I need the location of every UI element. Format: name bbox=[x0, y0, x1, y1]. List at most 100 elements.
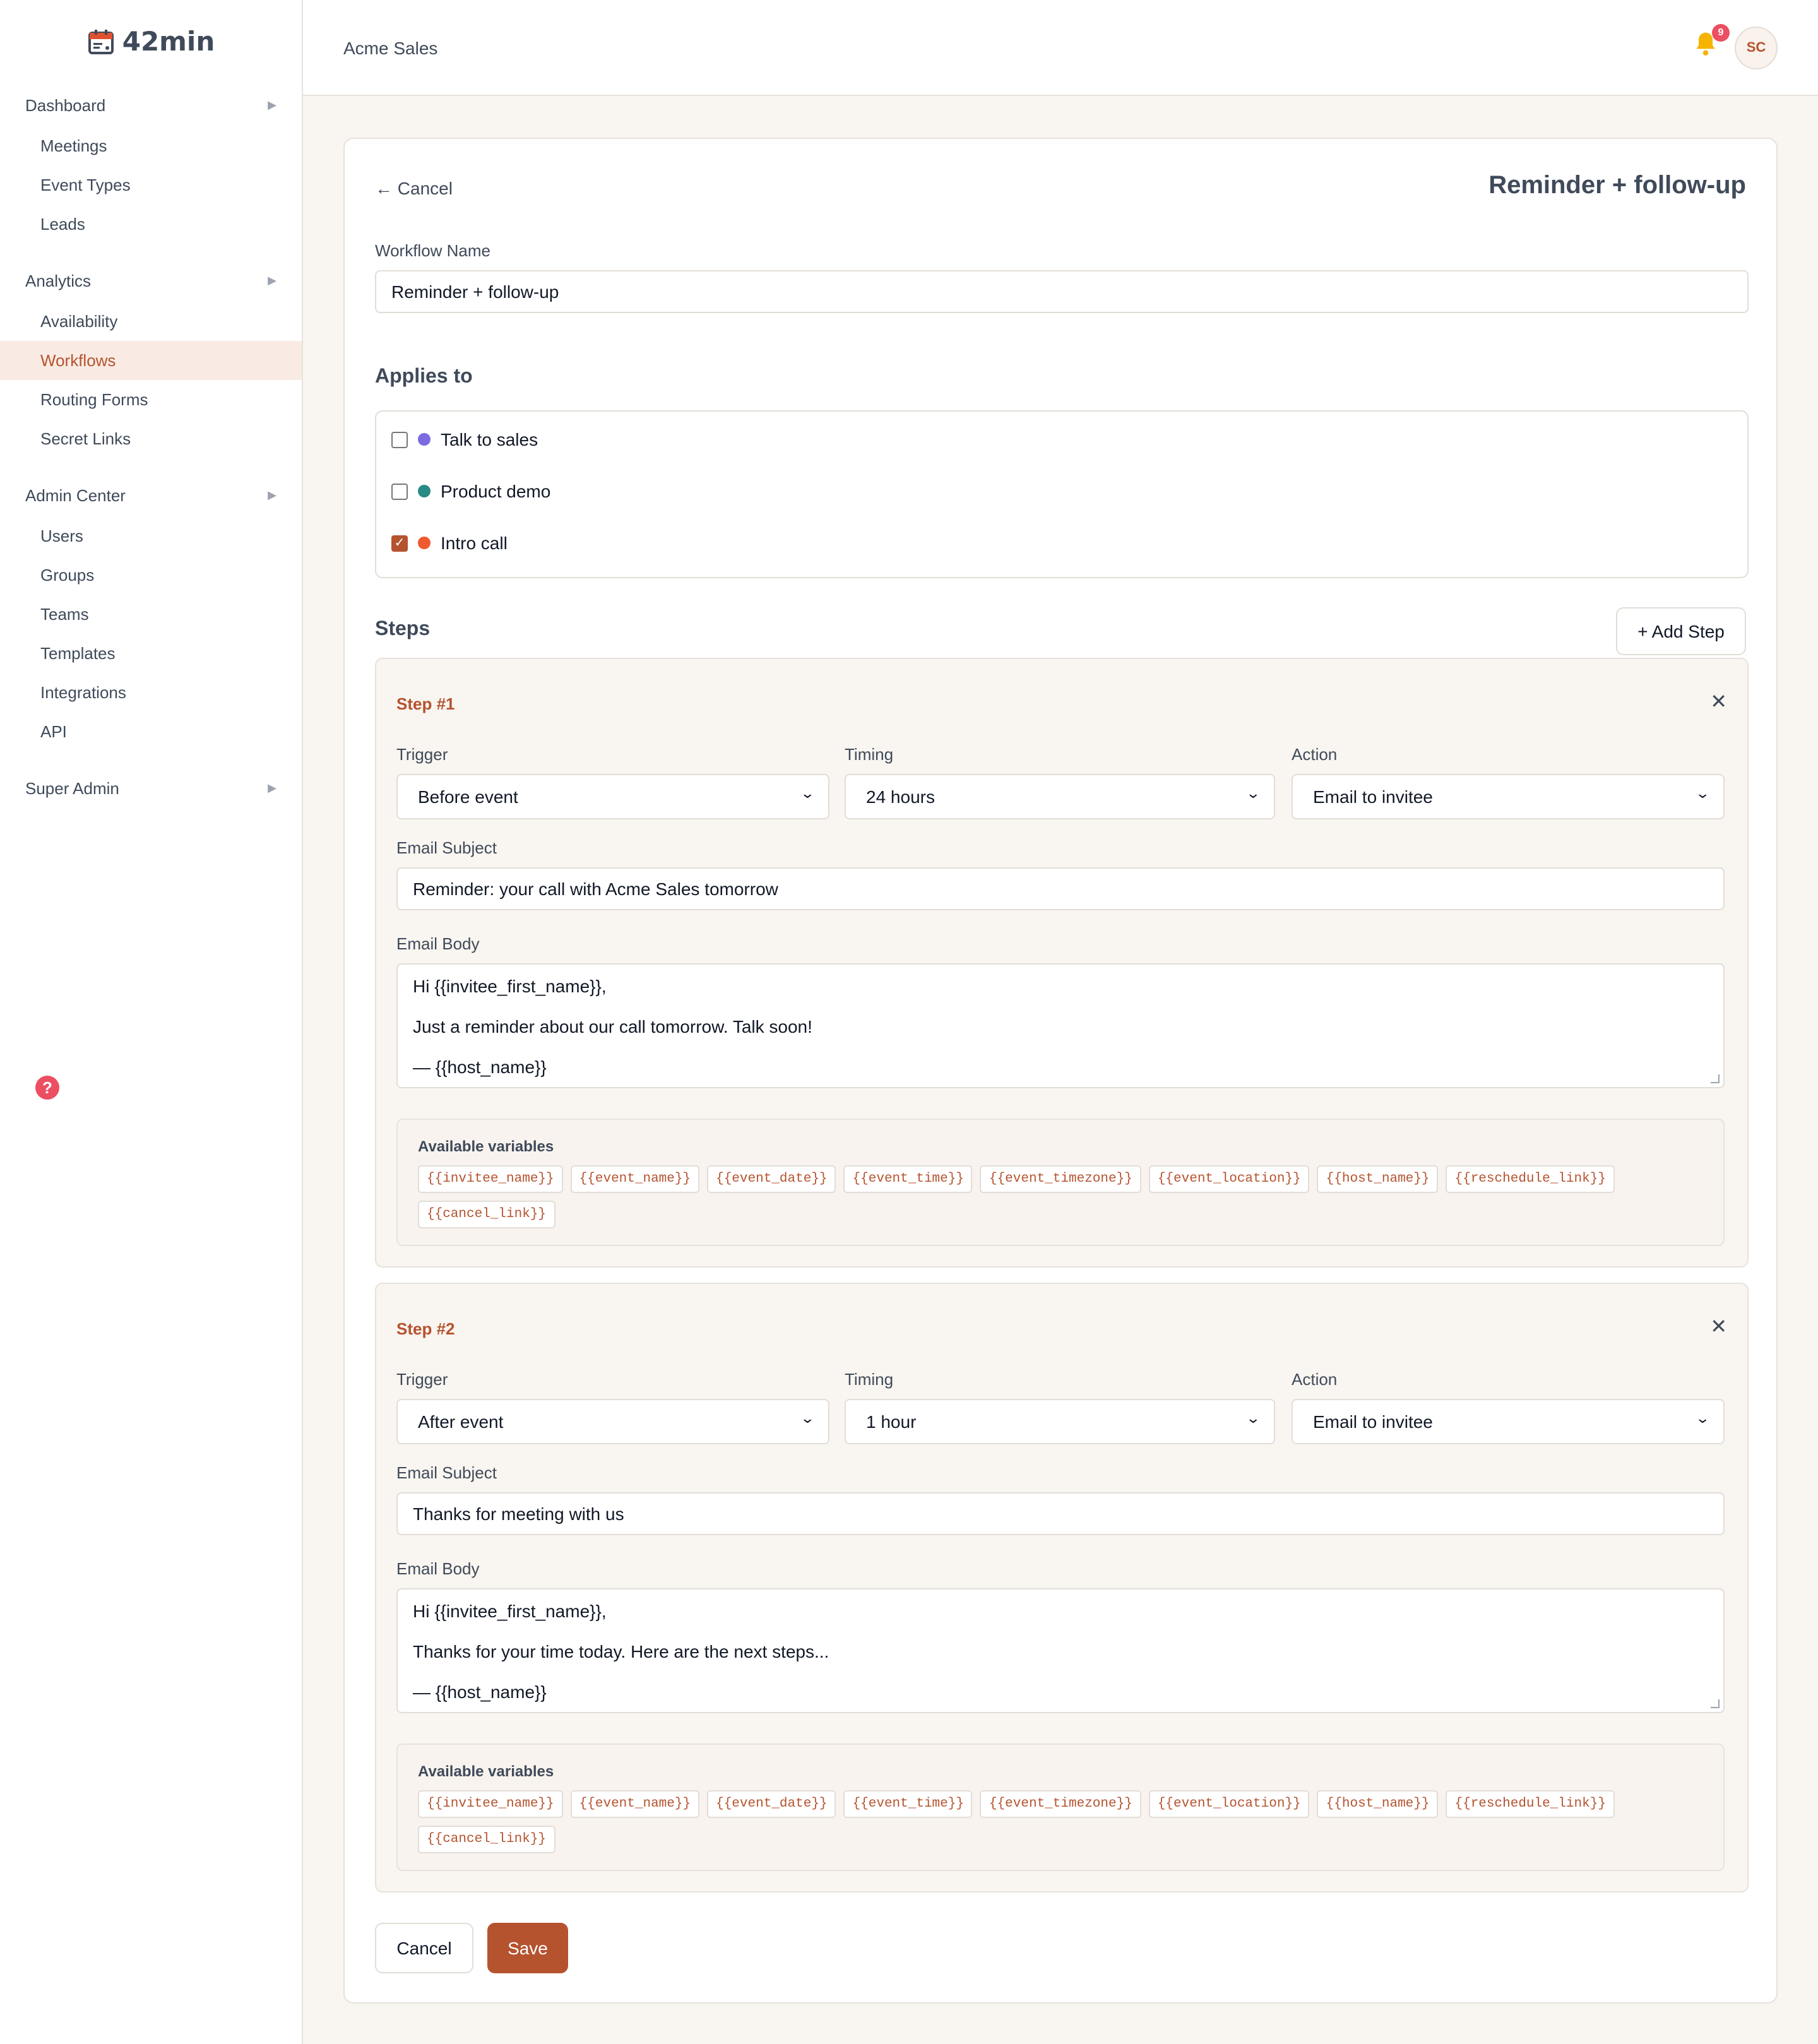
notification-badge: 9 bbox=[1712, 23, 1730, 41]
sidebar-item-availability[interactable]: Availability bbox=[0, 302, 302, 341]
sidebar-item-teams[interactable]: Teams bbox=[0, 595, 302, 634]
remove-step-close-icon[interactable]: ✕ bbox=[1710, 1314, 1727, 1340]
add-step-button[interactable]: + Add Step bbox=[1616, 607, 1746, 655]
trigger-label: Trigger bbox=[396, 1370, 448, 1389]
save-button[interactable]: Save bbox=[487, 1923, 568, 1973]
sidebar-item-leads[interactable]: Leads bbox=[0, 205, 302, 244]
email-subject-label: Email Subject bbox=[396, 838, 497, 857]
event-color-dot bbox=[418, 485, 431, 497]
sidebar-item-api[interactable]: API bbox=[0, 712, 302, 751]
expand-arrow-icon: ▶ bbox=[268, 488, 276, 501]
sidebar-item-workflows[interactable]: Workflows bbox=[0, 341, 302, 380]
app-name: 42min bbox=[122, 27, 215, 57]
email-body-textarea[interactable]: Hi {{invitee_first_name}}, Thanks for you… bbox=[396, 1588, 1725, 1713]
variable-chip[interactable]: {{cancel_link}} bbox=[418, 1201, 556, 1228]
action-select[interactable]: Email to invitee ⌄ bbox=[1292, 774, 1725, 819]
timing-select[interactable]: 1 hour ⌄ bbox=[845, 1399, 1275, 1444]
email-subject-input[interactable]: Thanks for meeting with us bbox=[396, 1492, 1725, 1535]
event-type-checkbox[interactable] bbox=[391, 483, 408, 499]
event-type-option[interactable]: Product demo bbox=[391, 481, 550, 501]
help-icon[interactable]: ? bbox=[35, 1076, 59, 1100]
sidebar-group-super-admin[interactable]: Super Admin ▶ bbox=[0, 766, 302, 809]
variable-chip[interactable]: {{event_timezone}} bbox=[980, 1165, 1141, 1193]
email-subject-input[interactable]: Reminder: your call with Acme Sales tomo… bbox=[396, 867, 1725, 910]
workflow-name-input[interactable]: Reminder + follow-up bbox=[375, 270, 1749, 313]
resize-handle-icon[interactable] bbox=[1711, 1074, 1720, 1083]
action-select[interactable]: Email to invitee ⌄ bbox=[1292, 1399, 1725, 1444]
expand-arrow-icon: ▶ bbox=[268, 273, 276, 286]
variable-chip[interactable]: {{host_name}} bbox=[1317, 1790, 1439, 1818]
step-title: Step #1 bbox=[396, 694, 455, 713]
email-body-line: Hi {{invitee_first_name}}, bbox=[413, 976, 607, 996]
sidebar-item-routing-forms[interactable]: Routing Forms bbox=[0, 380, 302, 419]
variable-chip[interactable]: {{event_time}} bbox=[843, 1165, 973, 1193]
variable-chip[interactable]: {{event_name}} bbox=[570, 1165, 700, 1193]
notifications-button[interactable]: 9 bbox=[1692, 23, 1730, 65]
avatar[interactable]: SC bbox=[1735, 26, 1778, 69]
page-title: Reminder + follow-up bbox=[1488, 172, 1746, 199]
expand-arrow-icon: ▶ bbox=[268, 98, 276, 110]
available-variables-panel: Available variables {{invitee_name}} {{eve… bbox=[396, 1119, 1725, 1246]
action-selected-value: Email to invitee bbox=[1313, 1411, 1433, 1432]
action-label: Action bbox=[1292, 745, 1338, 764]
sidebar-item-meetings[interactable]: Meetings bbox=[0, 126, 302, 165]
app-logo[interactable]: 42min bbox=[0, 0, 302, 83]
event-type-checkbox[interactable] bbox=[391, 431, 408, 448]
sidebar-group-admin-center[interactable]: Admin Center ▶ bbox=[0, 473, 302, 516]
email-body-textarea[interactable]: Hi {{invitee_first_name}}, Just a reminde… bbox=[396, 963, 1725, 1088]
variable-chip[interactable]: {{event_location}} bbox=[1148, 1165, 1310, 1193]
chevron-down-icon: ⌄ bbox=[1694, 786, 1710, 801]
variable-chip[interactable]: {{event_timezone}} bbox=[980, 1790, 1141, 1818]
variable-chip-list: {{invitee_name}} {{event_name}} {{event_da… bbox=[418, 1165, 1655, 1228]
variable-chip[interactable]: {{event_date}} bbox=[707, 1790, 836, 1818]
email-body-line: Hi {{invitee_first_name}}, bbox=[413, 1601, 607, 1621]
timing-selected-value: 24 hours bbox=[866, 787, 935, 807]
cancel-button[interactable]: Cancel bbox=[375, 1923, 473, 1973]
trigger-select[interactable]: After event ⌄ bbox=[396, 1399, 829, 1444]
variable-chip[interactable]: {{event_time}} bbox=[843, 1790, 973, 1818]
event-type-label: Product demo bbox=[441, 481, 551, 501]
email-body-label: Email Body bbox=[396, 1559, 480, 1578]
email-body-line: Just a reminder about our call tomorrow.… bbox=[413, 1016, 812, 1037]
variable-chip[interactable]: {{event_location}} bbox=[1148, 1790, 1310, 1818]
sidebar-item-integrations[interactable]: Integrations bbox=[0, 673, 302, 712]
timing-label: Timing bbox=[845, 745, 894, 764]
email-subject-label: Email Subject bbox=[396, 1463, 497, 1482]
sidebar-group-dashboard[interactable]: Dashboard ▶ bbox=[0, 83, 302, 126]
event-type-option[interactable]: Talk to sales bbox=[391, 429, 538, 449]
resize-handle-icon[interactable] bbox=[1711, 1699, 1720, 1708]
sidebar-group-label: Dashboard bbox=[25, 95, 106, 114]
event-type-checkbox[interactable]: ✓ bbox=[391, 535, 408, 551]
variable-chip[interactable]: {{event_name}} bbox=[570, 1790, 700, 1818]
sidebar-item-groups[interactable]: Groups bbox=[0, 556, 302, 595]
variable-chip[interactable]: {{invitee_name}} bbox=[418, 1165, 563, 1193]
cancel-link[interactable]: ← Cancel bbox=[375, 178, 453, 198]
expand-arrow-icon: ▶ bbox=[268, 781, 276, 793]
sidebar-item-secret-links[interactable]: Secret Links bbox=[0, 419, 302, 458]
timing-selected-value: 1 hour bbox=[866, 1411, 917, 1432]
sidebar-item-templates[interactable]: Templates bbox=[0, 634, 302, 673]
remove-step-close-icon[interactable]: ✕ bbox=[1710, 689, 1727, 715]
event-type-option[interactable]: ✓ Intro call bbox=[391, 533, 508, 553]
workflow-step: Step #1 ✕ Trigger Before event ⌄ Timing 24 hou… bbox=[375, 658, 1749, 1268]
variable-chip[interactable]: {{event_date}} bbox=[707, 1165, 836, 1193]
workflow-step: Step #2 ✕ Trigger After event ⌄ Timing 1 hour ⌄… bbox=[375, 1283, 1749, 1892]
variable-chip[interactable]: {{cancel_link}} bbox=[418, 1826, 556, 1853]
available-variables-panel: Available variables {{invitee_name}} {{eve… bbox=[396, 1744, 1725, 1871]
variable-chip[interactable]: {{invitee_name}} bbox=[418, 1790, 563, 1818]
variable-chip[interactable]: {{reschedule_link}} bbox=[1446, 1790, 1615, 1818]
calendar-icon bbox=[88, 30, 114, 54]
sidebar-item-users[interactable]: Users bbox=[0, 516, 302, 556]
sidebar-item-event-types[interactable]: Event Types bbox=[0, 165, 302, 205]
variable-chip[interactable]: {{reschedule_link}} bbox=[1446, 1165, 1615, 1193]
timing-select[interactable]: 24 hours ⌄ bbox=[845, 774, 1275, 819]
timing-label: Timing bbox=[845, 1370, 894, 1389]
sidebar-group-label: Analytics bbox=[25, 271, 92, 290]
sidebar-group-analytics[interactable]: Analytics ▶ bbox=[0, 259, 302, 302]
trigger-select[interactable]: Before event ⌄ bbox=[396, 774, 829, 819]
variable-chip[interactable]: {{host_name}} bbox=[1317, 1165, 1439, 1193]
chevron-down-icon: ⌄ bbox=[799, 1411, 815, 1426]
steps-title: Steps bbox=[375, 619, 431, 640]
